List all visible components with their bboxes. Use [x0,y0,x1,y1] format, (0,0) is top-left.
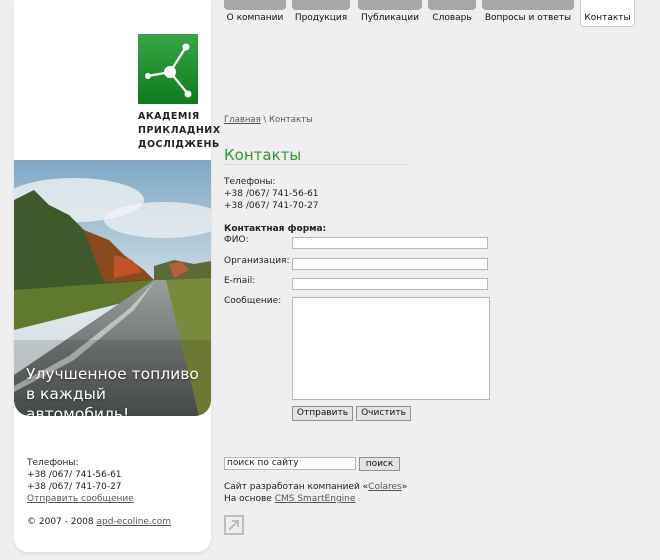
fio-field[interactable] [292,237,488,249]
message-textarea[interactable] [292,297,490,400]
tab-label: Словарь [432,13,472,23]
send-message-link[interactable]: Отправить сообщение [27,494,134,504]
logo-line-3: ДОСЛІДЖЕНЬ [138,139,220,150]
credits-prefix: Сайт разработан компанией « [224,482,369,492]
tab-about[interactable]: О компании [224,0,286,26]
logo-line-1: АКАДЕМІЯ [138,111,200,122]
left-contacts: Телефоны: +38 /067/ 741-56-61 +38 /067/ … [27,457,134,505]
breadcrumb: Главная \ Контакты [224,115,313,125]
credits-line-2: На основе CMS SmartEngine [224,493,407,505]
banner-image: Улучшенное топливо в каждый автомобиль! [14,160,211,416]
form-title: Контактная форма: [224,224,327,234]
left-column: АКАДЕМІЯ ПРИКЛАДНИХ ДОСЛІДЖЕНЬ Улучшенно… [14,0,220,552]
cms-link[interactable]: CMS SmartEngine [275,494,356,504]
email-label: E-mail: [224,276,256,286]
tab-label: О компании [226,13,284,23]
colares-link[interactable]: Colares [368,482,402,492]
fio-label: ФИО: [224,235,249,245]
logo-line-2: ПРИКЛАДНИХ [138,125,221,136]
credits: Сайт разработан компанией «Colares» На о… [224,481,407,505]
breadcrumb-home-link[interactable]: Главная [224,115,261,125]
page-title: Контакты [224,146,302,164]
tab-cap [482,0,574,10]
credits-line-1: Сайт разработан компанией «Colares» [224,481,407,493]
tab-label: Публикации [360,13,420,23]
email-field[interactable] [292,278,488,290]
arrow-up-right-icon[interactable] [224,515,244,535]
logo-text: АКАДЕМІЯ ПРИКЛАДНИХ ДОСЛІДЖЕНЬ [138,110,221,152]
tab-dictionary[interactable]: Словарь [428,0,476,26]
molecule-icon [145,43,192,98]
tab-label: Вопросы и ответы [484,13,572,23]
logo-mark[interactable] [138,34,198,104]
submit-button[interactable]: Отправить [292,406,353,421]
banner-line-2: в каждый автомобиль! [26,385,130,416]
tab-cap [292,0,350,10]
phones-label: Телефоны: [224,177,276,187]
breadcrumb-current: Контакты [269,115,313,125]
tab-cap [358,0,422,10]
copyright-link[interactable]: apd-ecoline.com [97,517,172,527]
arrow-glyph [228,520,239,531]
message-label: Сообщение: [224,296,282,306]
left-phone-1: +38 /067/ 741-56-61 [27,470,122,480]
organization-label: Организация: [224,256,290,266]
cms-prefix: На основе [224,494,275,504]
tab-products[interactable]: Продукция [292,0,350,26]
tab-label: Контакты [584,13,631,23]
tab-cap [224,0,286,10]
phone-1: +38 /067/ 741-56-61 [224,189,319,199]
breadcrumb-separator: \ [260,115,269,125]
clear-button[interactable]: Очистить [356,406,411,421]
tab-cap [428,0,476,10]
copyright-text: © 2007 - 2008 [27,517,94,527]
left-phone-2: +38 /067/ 741-70-27 [27,482,122,492]
banner-line-1: Улучшенное топливо [26,365,199,383]
search-button[interactable]: поиск [359,457,400,471]
search-input[interactable]: поиск по сайту [224,457,356,470]
left-phones-label: Телефоны: [27,458,79,468]
tab-faq[interactable]: Вопросы и ответы [482,0,574,26]
contact-phones: Телефоны: +38 /067/ 741-56-61 +38 /067/ … [224,176,319,212]
title-divider [224,164,410,165]
banner-caption: Улучшенное топливо в каждый автомобиль! [26,364,211,416]
organization-field[interactable] [292,258,488,270]
tab-label: Продукция [294,13,348,23]
phone-2: +38 /067/ 741-70-27 [224,201,319,211]
copyright: © 2007 - 2008 apd-ecoline.com [27,517,171,527]
credits-suffix: » [401,482,408,492]
tab-publications[interactable]: Публикации [358,0,422,26]
tab-contacts[interactable]: Контакты [580,0,635,27]
